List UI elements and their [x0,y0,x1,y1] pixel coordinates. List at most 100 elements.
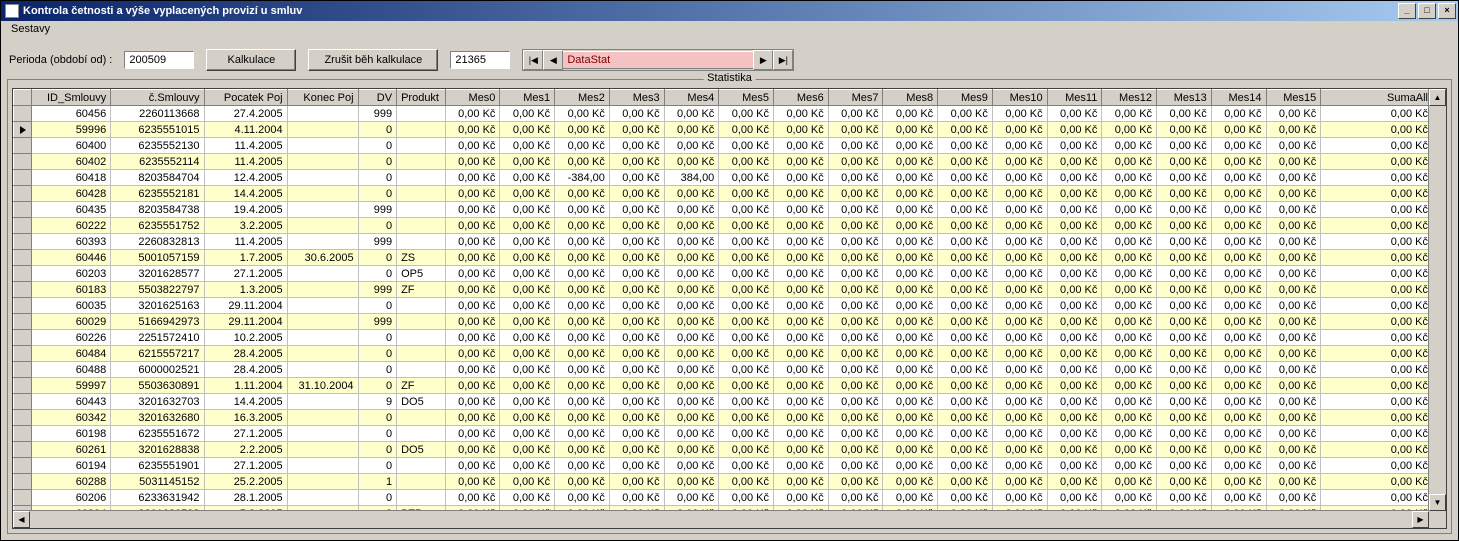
cell-m8[interactable]: 0,00 Kč [883,458,938,474]
column-header-m4[interactable]: Mes4 [664,90,719,106]
cell-m11[interactable]: 0,00 Kč [1047,490,1102,506]
cell-m10[interactable]: 0,00 Kč [992,266,1047,282]
table-row[interactable]: 5999662355510154.11.200400,00 Kč0,00 Kč0… [14,122,1433,138]
column-header-m11[interactable]: Mes11 [1047,90,1102,106]
cell-id[interactable]: 60342 [32,410,111,426]
cell-m4[interactable]: 0,00 Kč [664,442,719,458]
cell-m3[interactable]: 0,00 Kč [609,154,664,170]
cell-id[interactable]: 60029 [32,314,111,330]
cell-m7[interactable]: 0,00 Kč [828,362,883,378]
cell-m7[interactable]: 0,00 Kč [828,458,883,474]
cell-m1[interactable]: 0,00 Kč [500,362,555,378]
cell-prod[interactable] [397,122,446,138]
cell-dv[interactable]: 0 [358,298,397,314]
table-row[interactable]: 60400623555213011.4.200500,00 Kč0,00 Kč0… [14,138,1433,154]
cell-m7[interactable]: 0,00 Kč [828,282,883,298]
cell-m10[interactable]: 0,00 Kč [992,362,1047,378]
cell-m8[interactable]: 0,00 Kč [883,394,938,410]
cell-kp[interactable] [287,154,358,170]
cell-m5[interactable]: 0,00 Kč [719,458,774,474]
cell-m2[interactable]: 0,00 Kč [555,410,610,426]
cell-m13[interactable]: 0,00 Kč [1157,458,1212,474]
cell-m0[interactable]: 0,00 Kč [445,218,500,234]
cell-m5[interactable]: 0,00 Kč [719,234,774,250]
scroll-up-button[interactable]: ▲ [1429,89,1446,106]
cell-m2[interactable]: 0,00 Kč [555,186,610,202]
cell-m10[interactable]: 0,00 Kč [992,330,1047,346]
cell-m5[interactable]: 0,00 Kč [719,282,774,298]
cell-m14[interactable]: 0,00 Kč [1211,138,1266,154]
cell-m6[interactable]: 0,00 Kč [774,122,829,138]
cell-m4[interactable]: 0,00 Kč [664,202,719,218]
cell-m7[interactable]: 0,00 Kč [828,250,883,266]
cell-pp[interactable]: 27.1.2005 [204,426,287,442]
cell-kp[interactable] [287,442,358,458]
cell-m9[interactable]: 0,00 Kč [938,442,993,458]
cell-m13[interactable]: 0,00 Kč [1157,250,1212,266]
cell-m1[interactable]: 0,00 Kč [500,234,555,250]
cell-m13[interactable]: 0,00 Kč [1157,442,1212,458]
cell-pp[interactable]: 19.4.2005 [204,202,287,218]
cell-m13[interactable]: 0,00 Kč [1157,314,1212,330]
cell-m0[interactable]: 0,00 Kč [445,138,500,154]
cell-m8[interactable]: 0,00 Kč [883,442,938,458]
cell-m1[interactable]: 0,00 Kč [500,474,555,490]
cell-m4[interactable]: 0,00 Kč [664,186,719,202]
cell-m11[interactable]: 0,00 Kč [1047,170,1102,186]
row-selector[interactable] [14,170,32,186]
cell-m11[interactable]: 0,00 Kč [1047,474,1102,490]
cell-m0[interactable]: 0,00 Kč [445,474,500,490]
cell-m2[interactable]: 0,00 Kč [555,346,610,362]
cell-m1[interactable]: 0,00 Kč [500,314,555,330]
cell-m3[interactable]: 0,00 Kč [609,378,664,394]
cell-kp[interactable] [287,458,358,474]
cell-m10[interactable]: 0,00 Kč [992,186,1047,202]
column-header-m13[interactable]: Mes13 [1157,90,1212,106]
cell-m5[interactable]: 0,00 Kč [719,394,774,410]
cell-m10[interactable]: 0,00 Kč [992,234,1047,250]
cell-m5[interactable]: 0,00 Kč [719,106,774,122]
cell-m3[interactable]: 0,00 Kč [609,442,664,458]
cell-m6[interactable]: 0,00 Kč [774,218,829,234]
cell-m7[interactable]: 0,00 Kč [828,426,883,442]
cell-m11[interactable]: 0,00 Kč [1047,458,1102,474]
cell-m15[interactable]: 0,00 Kč [1266,266,1321,282]
cell-m10[interactable]: 0,00 Kč [992,282,1047,298]
cell-m15[interactable]: 0,00 Kč [1266,170,1321,186]
cell-m12[interactable]: 0,00 Kč [1102,298,1157,314]
cell-m7[interactable]: 0,00 Kč [828,154,883,170]
cell-m13[interactable]: 0,00 Kč [1157,234,1212,250]
row-selector[interactable] [14,346,32,362]
cell-sum[interactable]: 0,00 Kč [1321,170,1433,186]
cell-m14[interactable]: 0,00 Kč [1211,106,1266,122]
cell-m8[interactable]: 0,00 Kč [883,138,938,154]
cell-m15[interactable]: 0,00 Kč [1266,378,1321,394]
cell-m9[interactable]: 0,00 Kč [938,298,993,314]
cell-pp[interactable]: 29.11.2004 [204,314,287,330]
cell-m0[interactable]: 0,00 Kč [445,426,500,442]
cell-m5[interactable]: 0,00 Kč [719,410,774,426]
cell-m15[interactable]: 0,00 Kč [1266,202,1321,218]
row-selector[interactable] [14,154,32,170]
cell-dv[interactable]: 999 [358,106,397,122]
cell-sum[interactable]: 0,00 Kč [1321,410,1433,426]
cell-id[interactable]: 60456 [32,106,111,122]
cell-m11[interactable]: 0,00 Kč [1047,298,1102,314]
cell-m4[interactable]: 0,00 Kč [664,458,719,474]
column-header-csml[interactable]: č.Smlouvy [111,90,204,106]
cell-csml[interactable]: 3201628838 [111,442,204,458]
cell-m13[interactable]: 0,00 Kč [1157,154,1212,170]
row-selector[interactable] [14,138,32,154]
cell-dv[interactable]: 999 [358,282,397,298]
cell-m14[interactable]: 0,00 Kč [1211,170,1266,186]
cell-m4[interactable]: 0,00 Kč [664,250,719,266]
cell-m5[interactable]: 0,00 Kč [719,362,774,378]
cell-m11[interactable]: 0,00 Kč [1047,234,1102,250]
cell-pp[interactable]: 28.4.2005 [204,346,287,362]
row-selector[interactable] [14,474,32,490]
cell-m13[interactable]: 0,00 Kč [1157,202,1212,218]
cell-id[interactable]: 59997 [32,378,111,394]
cell-m15[interactable]: 0,00 Kč [1266,314,1321,330]
cell-prod[interactable] [397,474,446,490]
cell-prod[interactable] [397,218,446,234]
